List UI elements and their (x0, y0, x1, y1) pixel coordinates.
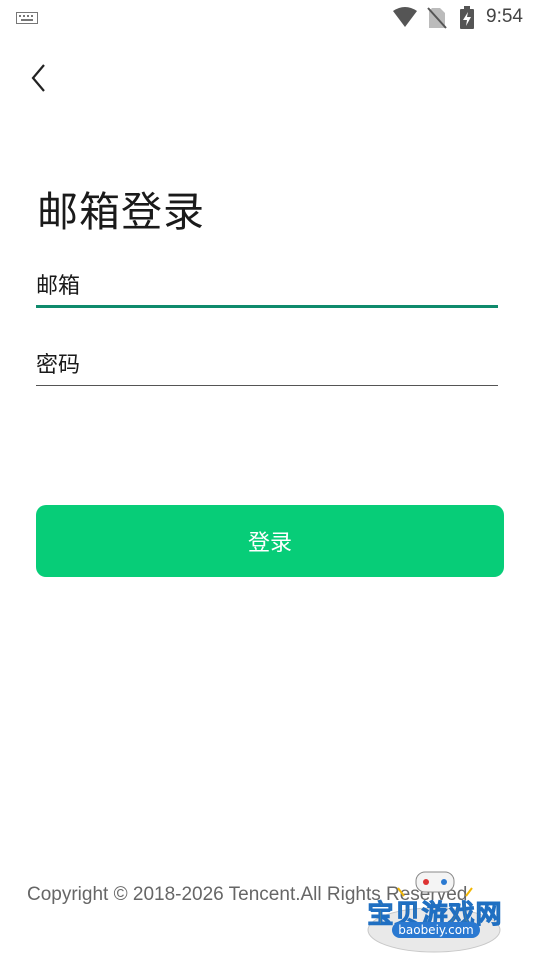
back-button[interactable] (24, 60, 54, 96)
wifi-icon (393, 7, 417, 27)
no-sim-icon (427, 7, 447, 29)
email-input[interactable] (36, 274, 498, 305)
login-button[interactable]: 登录 (36, 505, 504, 577)
email-field (36, 274, 498, 308)
battery-charging-icon (460, 6, 474, 29)
chevron-left-icon (31, 64, 45, 92)
watermark-url: baobeiy.com (392, 922, 480, 938)
password-field (36, 353, 498, 386)
status-bar: 9:54 (0, 0, 540, 36)
password-input[interactable] (36, 353, 498, 384)
watermark-logo: 宝贝游戏网 baobeiy.com (364, 866, 514, 956)
login-button-label: 登录 (247, 531, 292, 556)
status-time: 9:54 (486, 6, 523, 27)
password-underline (36, 385, 498, 386)
keyboard-icon (16, 12, 38, 24)
email-underline (36, 305, 498, 308)
page-title: 邮箱登录 (37, 188, 205, 236)
